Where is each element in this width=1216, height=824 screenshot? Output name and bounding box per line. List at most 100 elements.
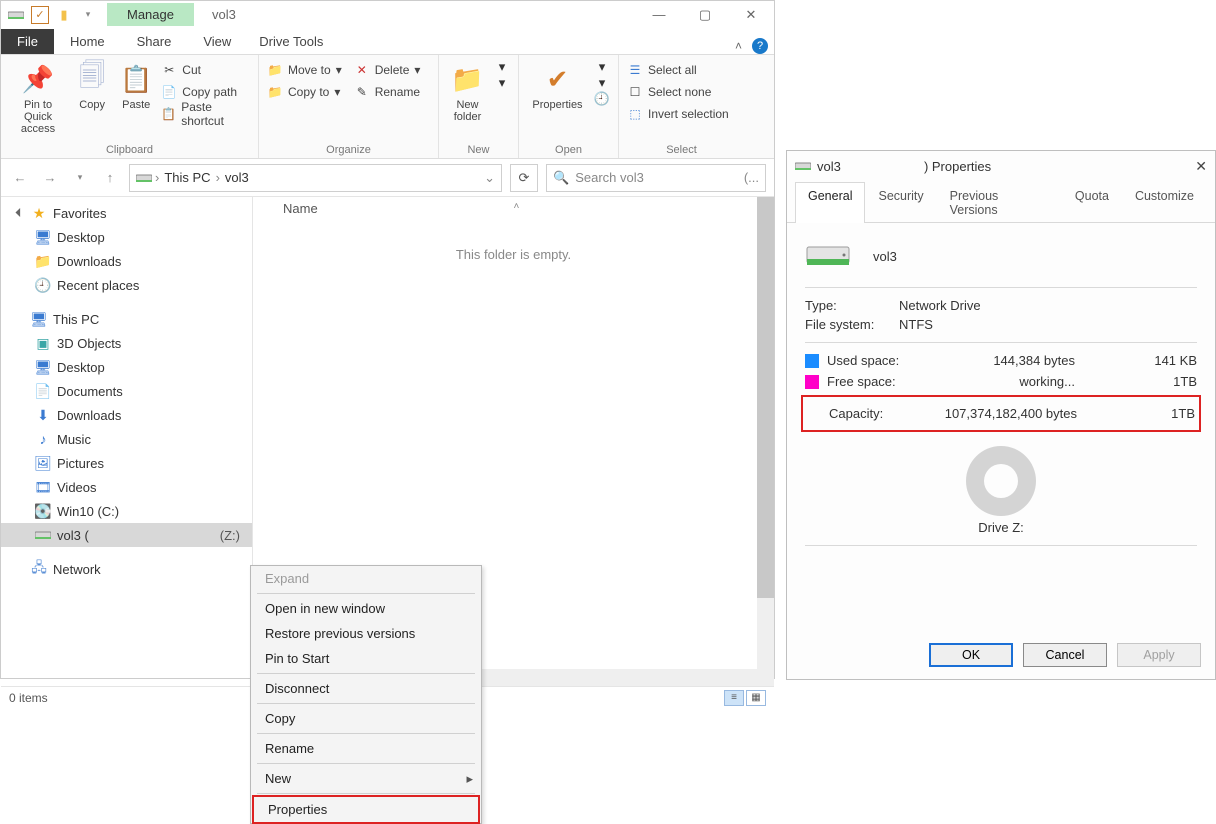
ctx-properties[interactable]: Properties xyxy=(254,797,478,822)
tree-item[interactable]: ▣3D Objects xyxy=(1,331,252,355)
navigation-tree[interactable]: ⏴★Favorites 🖥Desktop 📁Downloads 🕘Recent … xyxy=(1,197,253,686)
tree-item[interactable]: 🎞Videos xyxy=(1,475,252,499)
share-tab[interactable]: Share xyxy=(121,29,188,54)
tree-item[interactable]: 📄Documents xyxy=(1,379,252,403)
tab-previous-versions[interactable]: Previous Versions xyxy=(937,182,1062,223)
paste-button[interactable]: 📋 Paste xyxy=(117,59,155,111)
open-icon[interactable]: ▾ xyxy=(594,59,610,75)
forward-button[interactable]: → xyxy=(39,167,61,189)
drive-tools-tab[interactable]: Drive Tools xyxy=(247,29,335,54)
tree-favorites[interactable]: ⏴★Favorites xyxy=(1,201,252,225)
ctx-restore-prev[interactable]: Restore previous versions xyxy=(251,621,481,646)
pin-icon: 📌 xyxy=(20,61,56,97)
ribbon-tabstrip: File Home Share View Drive Tools ˄ ? xyxy=(1,28,774,55)
properties-button[interactable]: ✔ Properties xyxy=(527,59,588,111)
search-input[interactable]: 🔍 Search vol3 (... xyxy=(546,164,766,192)
new-folder-button[interactable]: 📁 New folder xyxy=(447,59,488,123)
recent-icon: 🕘 xyxy=(35,277,51,293)
breadcrumb-vol3[interactable]: vol3 xyxy=(223,170,251,185)
free-swatch xyxy=(805,375,819,389)
move-to-icon: 📁 xyxy=(267,62,283,78)
ctx-copy[interactable]: Copy xyxy=(251,706,481,731)
file-tab[interactable]: File xyxy=(1,29,54,54)
tree-item[interactable]: 📁Downloads xyxy=(1,249,252,273)
tree-item-vol3[interactable]: vol3 ( (Z:) xyxy=(1,523,252,547)
vertical-scrollbar[interactable] xyxy=(757,197,774,669)
drive-icon xyxy=(136,172,152,184)
invert-selection-button[interactable]: ⬚Invert selection xyxy=(627,103,736,125)
tree-item[interactable]: 🕘Recent places xyxy=(1,273,252,297)
checkbox-icon[interactable]: ✓ xyxy=(31,6,49,24)
cut-button[interactable]: ✂Cut xyxy=(161,59,250,81)
home-tab[interactable]: Home xyxy=(54,29,121,54)
documents-icon: 📄 xyxy=(35,383,51,399)
type-value: Network Drive xyxy=(899,298,981,313)
separator xyxy=(257,793,475,794)
delete-button[interactable]: ✕Delete ▾ xyxy=(354,59,421,81)
tab-quota[interactable]: Quota xyxy=(1062,182,1122,223)
tree-network[interactable]: 🖧Network xyxy=(1,557,252,581)
tree-this-pc[interactable]: 🖥This PC xyxy=(1,307,252,331)
chevron-down-icon[interactable]: ⌄ xyxy=(484,170,495,186)
details-view-button[interactable]: ≡ xyxy=(724,690,744,706)
thumbnails-view-button[interactable]: ▦ xyxy=(746,690,766,706)
edit-icon[interactable]: ▾ xyxy=(594,75,610,91)
navigation-bar: ← → ▾ ↑ › This PC › vol3 ⌄ ⟳ 🔍 Search vo… xyxy=(1,159,774,197)
cancel-button[interactable]: Cancel xyxy=(1023,643,1107,667)
tab-general[interactable]: General xyxy=(795,182,865,223)
rename-button[interactable]: ✎Rename xyxy=(354,81,421,103)
new-folder-icon: 📁 xyxy=(450,61,486,97)
copy-button[interactable]: 🗐 Copy xyxy=(73,59,111,111)
delete-icon: ✕ xyxy=(354,62,370,78)
easy-access-icon[interactable]: ▾ xyxy=(494,75,510,91)
select-all-button[interactable]: ☰Select all xyxy=(627,59,736,81)
tree-item[interactable]: ♪Music xyxy=(1,427,252,451)
qat-dropdown-icon[interactable]: ▾ xyxy=(79,6,97,24)
move-to-button[interactable]: 📁Move to ▾ xyxy=(267,59,342,81)
breadcrumb-this-pc[interactable]: This PC xyxy=(162,170,212,185)
select-all-icon: ☰ xyxy=(627,62,643,78)
tree-item[interactable]: 🖥Desktop xyxy=(1,225,252,249)
close-icon[interactable]: ✕ xyxy=(1195,158,1207,175)
collapse-ribbon-icon[interactable]: ˄ xyxy=(735,39,742,53)
tree-item[interactable]: 💽Win10 (C:) xyxy=(1,499,252,523)
contextual-tab-label: Manage xyxy=(107,3,194,26)
help-icon[interactable]: ? xyxy=(752,38,768,54)
properties-title: vol3 ) Properties xyxy=(817,159,991,174)
ctx-new[interactable]: New xyxy=(251,766,481,791)
ok-button[interactable]: OK xyxy=(929,643,1013,667)
chevron-right-icon[interactable]: › xyxy=(216,170,220,185)
history-icon[interactable]: 🕘 xyxy=(594,91,610,107)
minimize-button[interactable]: — xyxy=(636,1,682,28)
up-button[interactable]: ↑ xyxy=(99,167,121,189)
new-item-icon[interactable]: ▾ xyxy=(494,59,510,75)
refresh-button[interactable]: ⟳ xyxy=(510,164,538,192)
chevron-right-icon[interactable]: › xyxy=(155,170,159,185)
filesystem-label: File system: xyxy=(805,317,885,332)
tab-customize[interactable]: Customize xyxy=(1122,182,1207,223)
view-tab[interactable]: View xyxy=(187,29,247,54)
context-menu: Expand Open in new window Restore previo… xyxy=(250,565,482,824)
copy-to-button[interactable]: 📁Copy to ▾ xyxy=(267,81,342,103)
tree-item[interactable]: ⬇Downloads xyxy=(1,403,252,427)
maximize-button[interactable]: ▢ xyxy=(682,1,728,28)
paste-shortcut-button[interactable]: 📋Paste shortcut xyxy=(161,103,250,125)
breadcrumb[interactable]: › This PC › vol3 ⌄ xyxy=(129,164,502,192)
apply-button[interactable]: Apply xyxy=(1117,643,1201,667)
tree-item[interactable]: 🖥Desktop xyxy=(1,355,252,379)
separator xyxy=(257,733,475,734)
recent-dropdown-icon[interactable]: ▾ xyxy=(69,167,91,189)
ctx-rename[interactable]: Rename xyxy=(251,736,481,761)
ctx-open-new-window[interactable]: Open in new window xyxy=(251,596,481,621)
column-header-name[interactable]: Name xyxy=(283,201,318,216)
group-label: Open xyxy=(527,144,610,156)
tab-security[interactable]: Security xyxy=(865,182,936,223)
select-none-button[interactable]: ☐Select none xyxy=(627,81,736,103)
ctx-disconnect[interactable]: Disconnect xyxy=(251,676,481,701)
ctx-pin-start[interactable]: Pin to Start xyxy=(251,646,481,671)
pin-quick-access-button[interactable]: 📌 Pin to Quick access xyxy=(9,59,67,135)
close-button[interactable]: ✕ xyxy=(728,1,774,28)
tree-item[interactable]: 🖼Pictures xyxy=(1,451,252,475)
back-button[interactable]: ← xyxy=(9,167,31,189)
copy-icon: 🗐 xyxy=(74,61,110,97)
